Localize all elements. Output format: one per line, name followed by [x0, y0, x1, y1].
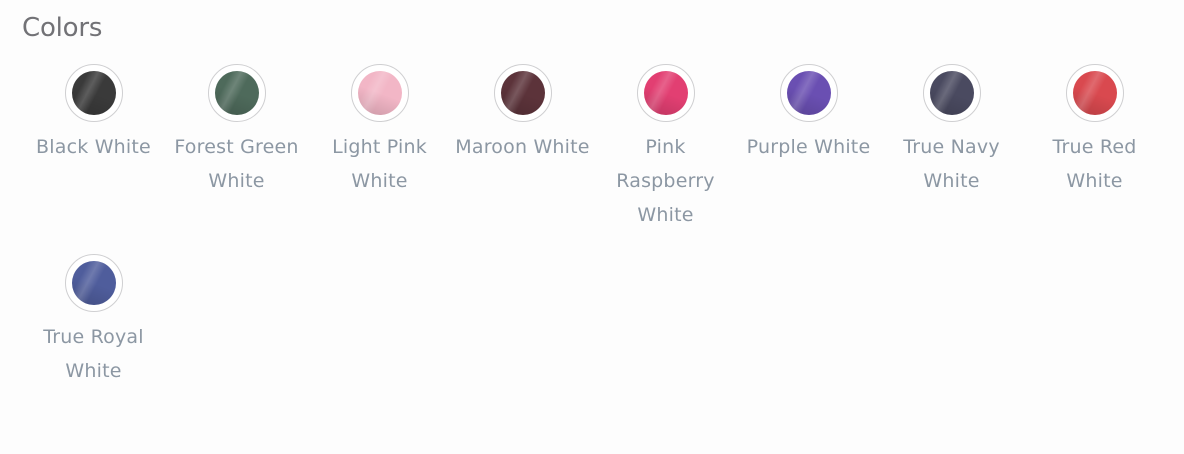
swatch-color-dot [71, 71, 116, 115]
swatch-grid: Black White Forest Green White Light Pin… [22, 64, 1166, 388]
swatch-label: Purple White [746, 136, 871, 158]
swatch-label: Maroon White [455, 136, 590, 158]
swatch-ring [1065, 64, 1124, 122]
swatch-color-dot [643, 71, 688, 115]
swatch-color-dot [1072, 71, 1117, 115]
color-swatch-light-pink-white[interactable]: Light Pink White [308, 64, 451, 232]
swatch-ring [207, 64, 266, 122]
color-swatch-pink-raspberry-white[interactable]: Pink Raspberry White [594, 64, 737, 232]
color-swatch-true-navy-white[interactable]: True Navy White [880, 64, 1023, 232]
swatch-color-dot [929, 71, 974, 115]
swatch-label: Light Pink White [332, 136, 427, 192]
swatch-ring [64, 64, 123, 122]
color-swatch-maroon-white[interactable]: Maroon White [451, 64, 594, 232]
color-swatch-purple-white[interactable]: Purple White [737, 64, 880, 232]
swatch-label: True Royal White [43, 326, 144, 382]
swatch-ring [64, 254, 123, 312]
swatch-label: Forest Green White [174, 136, 299, 192]
swatch-ring [350, 64, 409, 122]
swatch-label: Pink Raspberry White [616, 136, 715, 226]
swatch-color-dot [357, 71, 402, 115]
swatch-label: True Red White [1052, 136, 1137, 192]
swatch-ring [922, 64, 981, 122]
swatch-label: True Navy White [903, 136, 1000, 192]
colors-panel: Colors Black White Forest Green White Li… [0, 0, 1184, 454]
section-title: Colors [22, 13, 103, 43]
color-swatch-black-white[interactable]: Black White [22, 64, 165, 232]
color-swatch-forest-green-white[interactable]: Forest Green White [165, 64, 308, 232]
color-swatch-true-red-white[interactable]: True Red White [1023, 64, 1166, 232]
swatch-color-dot [500, 71, 545, 115]
swatch-color-dot [214, 71, 259, 115]
swatch-color-dot [71, 261, 116, 305]
swatch-ring [493, 64, 552, 122]
swatch-ring [636, 64, 695, 122]
color-swatch-true-royal-white[interactable]: True Royal White [22, 254, 165, 388]
swatch-ring [779, 64, 838, 122]
swatch-color-dot [786, 71, 831, 115]
swatch-label: Black White [36, 136, 151, 158]
